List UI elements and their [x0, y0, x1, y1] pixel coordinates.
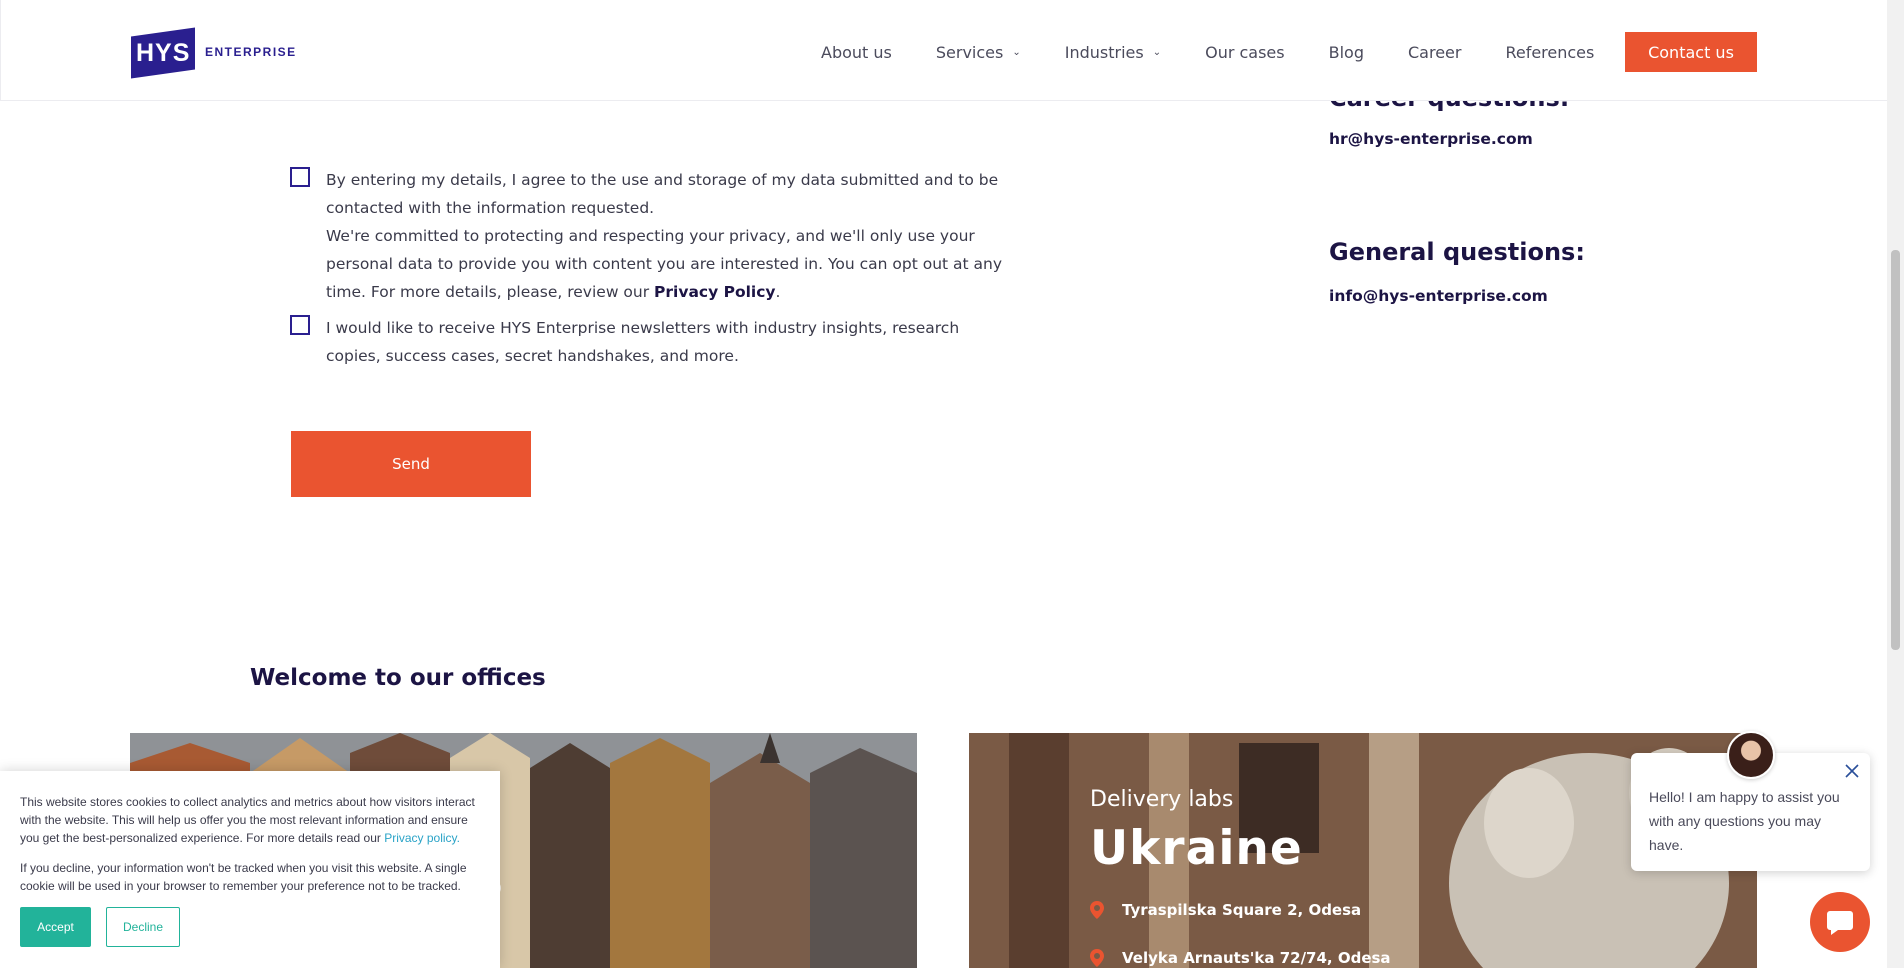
cookie-decline-button[interactable]: Decline	[106, 907, 180, 947]
site-header: HYS ENTERPRISE About us Services ⌄ Indust…	[0, 0, 1887, 101]
nav-career[interactable]: Career	[1408, 43, 1461, 62]
nav-services[interactable]: Services ⌄	[936, 43, 1021, 62]
main-nav: About us Services ⌄ Industries ⌄ Our cases…	[821, 32, 1638, 72]
office-ua-title: Ukraine	[1090, 821, 1303, 876]
nav-blog[interactable]: Blog	[1329, 43, 1364, 62]
chevron-down-icon: ⌄	[1012, 46, 1021, 58]
address-text: Tyraspilska Square 2, Odesa	[1122, 901, 1362, 919]
office-ua-subtitle: Delivery labs	[1090, 787, 1234, 812]
logo[interactable]: HYS ENTERPRISE	[131, 27, 297, 79]
send-button[interactable]: Send	[291, 431, 531, 497]
general-email-link[interactable]: info@hys-enterprise.com	[1329, 287, 1548, 305]
map-pin-icon	[1090, 949, 1104, 967]
consent-period: .	[775, 283, 781, 301]
close-icon[interactable]	[1844, 763, 1860, 779]
nav-about-us[interactable]: About us	[821, 43, 892, 62]
logo-word: ENTERPRISE	[205, 45, 297, 59]
newsletter-row: I would like to receive HYS Enterprise n…	[290, 314, 1016, 370]
contact-us-button[interactable]: Contact us	[1625, 32, 1757, 72]
logo-main-text: HYS	[136, 39, 191, 67]
newsletter-checkbox[interactable]	[290, 315, 310, 335]
newsletter-text: I would like to receive HYS Enterprise n…	[326, 319, 960, 365]
cookie-accept-button[interactable]: Accept	[20, 907, 91, 947]
chat-message: Hello! I am happy to assist you with any…	[1649, 789, 1840, 853]
nav-label: About us	[821, 42, 892, 62]
office-ua-address-2: Velyka Arnauts'ka 72/74, Odesa	[1090, 949, 1391, 967]
general-questions-heading: General questions:	[1329, 238, 1585, 266]
chat-agent-avatar	[1727, 731, 1775, 779]
nav-industries[interactable]: Industries ⌄	[1065, 43, 1161, 62]
logo-mark: HYS	[131, 27, 195, 79]
nav-our-cases[interactable]: Our cases	[1205, 43, 1285, 62]
cookie-text-1: This website stores cookies to collect a…	[20, 793, 480, 847]
office-ua-address-1: Tyraspilska Square 2, Odesa	[1090, 901, 1361, 919]
cookie-banner: This website stores cookies to collect a…	[0, 771, 500, 968]
privacy-policy-link[interactable]: Privacy Policy	[654, 283, 776, 301]
nav-references[interactable]: References	[1505, 43, 1594, 62]
career-email-link[interactable]: hr@hys-enterprise.com	[1329, 130, 1533, 148]
nav-label: Career	[1407, 42, 1462, 62]
chat-launcher-button[interactable]	[1810, 892, 1870, 952]
nav-label: Our cases	[1205, 42, 1285, 62]
offices-title: Welcome to our offices	[250, 665, 546, 691]
nav-label: Blog	[1328, 42, 1364, 62]
cookie-privacy-link[interactable]: Privacy policy.	[384, 831, 460, 845]
cookie-text-2: If you decline, your information won't b…	[20, 861, 467, 893]
consent-text: By entering my details, I agree to the u…	[326, 166, 1016, 306]
nav-label: Services	[935, 42, 1004, 62]
page-scrollbar[interactable]	[1887, 0, 1904, 968]
map-pin-icon	[1090, 901, 1104, 919]
consent-checkbox[interactable]	[290, 167, 310, 187]
consent-text-1: By entering my details, I agree to the u…	[326, 171, 999, 217]
consent-row: By entering my details, I agree to the u…	[290, 166, 1016, 306]
chat-icon	[1827, 911, 1853, 935]
nav-label: References	[1505, 42, 1595, 62]
nav-label: Industries	[1064, 42, 1144, 62]
scrollbar-thumb[interactable]	[1891, 250, 1900, 650]
chevron-down-icon: ⌄	[1152, 46, 1162, 58]
address-text: Velyka Arnauts'ka 72/74, Odesa	[1122, 949, 1391, 967]
